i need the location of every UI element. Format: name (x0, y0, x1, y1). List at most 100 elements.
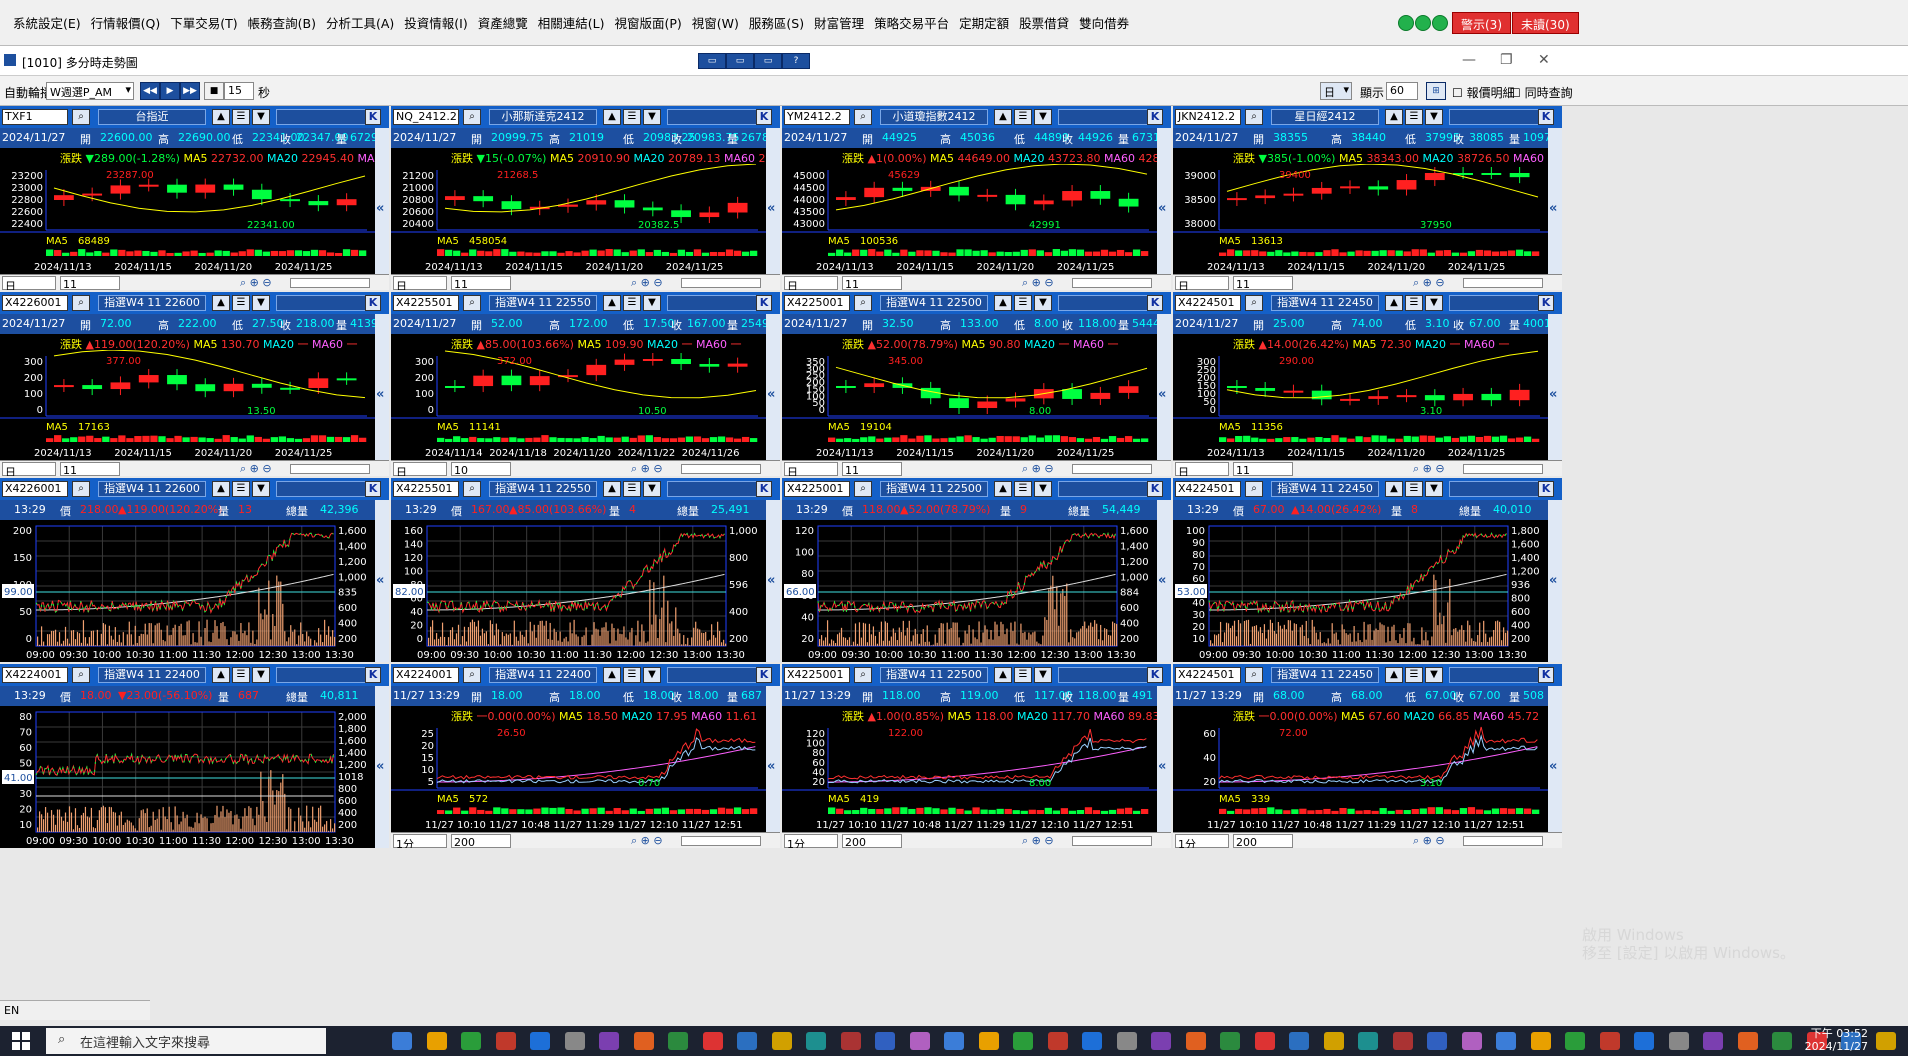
symbol-input[interactable]: X4225001 (784, 295, 850, 311)
scroll-slider[interactable] (290, 464, 370, 474)
stop-button[interactable]: ■ (204, 82, 224, 100)
scroll-slider[interactable] (1463, 278, 1543, 288)
collapse-icon[interactable]: « (375, 128, 389, 290)
arrow-up-icon[interactable]: ▲ (603, 295, 621, 311)
collapse-icon[interactable]: « (1548, 314, 1562, 476)
chart-panel[interactable]: X4226001 ⌕ 指選W4 11 22600 ▲ ☰ ▼ K 2024/11… (0, 292, 389, 476)
scroll-slider[interactable] (290, 278, 370, 288)
collapse-icon[interactable]: « (375, 500, 389, 662)
collapse-icon[interactable]: « (1157, 314, 1171, 476)
zoom-icon[interactable]: ⌕ ⊕ ⊖ (240, 462, 272, 476)
sync-query-checkbox[interactable]: ☐ 同時查詢 (1510, 84, 1573, 101)
arrow-up-icon[interactable]: ▲ (994, 109, 1012, 125)
symbol-input[interactable]: X4225001 (784, 481, 850, 497)
chart-panel[interactable]: X4224501 ⌕ 指選W4 11 22450 ▲ ☰ ▼ K 13:29 價… (1173, 478, 1562, 662)
taskbar-app-icon[interactable] (840, 1032, 861, 1050)
count-input[interactable]: 200 (1233, 834, 1293, 848)
scroll-slider[interactable] (1072, 278, 1152, 288)
taskbar-app-icon[interactable] (978, 1032, 999, 1050)
list-icon[interactable]: ☰ (623, 109, 641, 125)
panel-note-field[interactable] (1449, 295, 1547, 311)
list-icon[interactable]: ☰ (1405, 295, 1423, 311)
list-icon[interactable]: ☰ (1405, 667, 1423, 683)
taskbar-app-icon[interactable] (771, 1032, 792, 1050)
panel-note-field[interactable] (276, 481, 374, 497)
period-select[interactable]: 日 (1175, 276, 1229, 290)
search-icon[interactable]: ⌕ (463, 667, 481, 683)
chevron-down-icon[interactable]: ▼ (1034, 295, 1052, 311)
taskbar-app-icon[interactable] (426, 1032, 447, 1050)
instrument-name[interactable]: 指選W4 11 22600 (98, 481, 206, 497)
menu-item[interactable]: 定期定額 (954, 13, 1014, 32)
chevron-down-icon[interactable]: ▼ (643, 295, 661, 311)
chart-svg[interactable]: 80706050403020102,0001,8001,6001,4001,20… (0, 708, 375, 848)
symbol-input[interactable]: X4225501 (393, 481, 459, 497)
chevron-down-icon[interactable]: ▼ (1425, 295, 1443, 311)
collapse-icon[interactable]: « (766, 686, 780, 848)
taskbar-app-icon[interactable] (1668, 1032, 1689, 1050)
taskbar-app-icon[interactable] (1323, 1032, 1344, 1050)
chevron-down-icon[interactable]: ▼ (252, 481, 270, 497)
collapse-icon[interactable]: « (1548, 128, 1562, 290)
menu-item[interactable]: 股票借貸 (1014, 13, 1074, 32)
arrow-up-icon[interactable]: ▲ (212, 109, 230, 125)
instrument-name[interactable]: 指選W4 11 22600 (98, 295, 206, 311)
count-input[interactable]: 11 (451, 276, 511, 290)
taskbar-app-icon[interactable] (1392, 1032, 1413, 1050)
chart-svg[interactable]: 1601401201008060402001,00080059640020082… (391, 522, 766, 662)
symbol-input[interactable]: YM2412.2 (784, 109, 850, 125)
menu-item[interactable]: 投資情報(I) (399, 13, 472, 32)
arrow-up-icon[interactable]: ▲ (212, 295, 230, 311)
alert-button[interactable]: 警示(3) (1452, 12, 1511, 34)
menu-item[interactable]: 相關連結(L) (533, 13, 610, 32)
menu-item[interactable]: 服務區(S) (744, 13, 809, 32)
arrow-up-icon[interactable]: ▲ (603, 481, 621, 497)
taskbar-app-icon[interactable] (1358, 1032, 1378, 1050)
instrument-name[interactable]: 指選W4 11 22450 (1271, 667, 1379, 683)
zoom-icon[interactable]: ⌕ ⊕ ⊖ (1022, 462, 1054, 476)
chart-panel[interactable]: X4224001 ⌕ 指選W4 11 22400 ▲ ☰ ▼ K 13:29 價… (0, 664, 389, 848)
kline-icon[interactable]: K (1538, 109, 1554, 125)
taskbar-app-icon[interactable] (392, 1032, 412, 1050)
panel-note-field[interactable] (667, 109, 765, 125)
search-icon[interactable]: ⌕ (1245, 667, 1263, 683)
collapse-icon[interactable]: « (375, 686, 389, 848)
search-icon[interactable]: ⌕ (72, 667, 90, 683)
chart-svg[interactable]: 120100806040201,6001,4001,2001,000884600… (782, 522, 1157, 662)
symbol-input[interactable]: X4224501 (1175, 481, 1241, 497)
panel-note-field[interactable] (1449, 667, 1547, 683)
last-button[interactable]: ▶▶ (180, 82, 200, 100)
zoom-icon[interactable]: ⌕ ⊕ ⊖ (1413, 462, 1445, 476)
instrument-name[interactable]: 星日經2412 (1271, 109, 1379, 125)
kline-icon[interactable]: K (365, 295, 381, 311)
kline-icon[interactable]: K (365, 667, 381, 683)
kline-icon[interactable]: K (756, 295, 772, 311)
chart-svg[interactable]: 3900038500380003940037950MA5 136132024/11… (1173, 164, 1548, 274)
chart-panel[interactable]: X4224501 ⌕ 指選W4 11 22450 ▲ ☰ ▼ K 11/27 1… (1173, 664, 1562, 848)
taskbar-app-icon[interactable] (1185, 1032, 1206, 1050)
zoom-icon[interactable]: ⌕ ⊕ ⊖ (1413, 276, 1445, 290)
chart-svg[interactable]: 45000445004400043500430004562942991MA5 10… (782, 164, 1157, 274)
chevron-down-icon[interactable]: ▼ (1034, 109, 1052, 125)
taskbar-app-icon[interactable] (1599, 1032, 1620, 1050)
kline-icon[interactable]: K (756, 109, 772, 125)
quote-detail-checkbox[interactable]: ☐ 報價明細 (1452, 84, 1515, 101)
arrow-up-icon[interactable]: ▲ (1385, 109, 1403, 125)
symbol-input[interactable]: X4224501 (1175, 667, 1241, 683)
taskbar-app-icon[interactable] (875, 1032, 895, 1050)
collapse-icon[interactable]: « (766, 314, 780, 476)
search-icon[interactable]: ⌕ (463, 109, 481, 125)
taskbar-app-icon[interactable] (633, 1032, 654, 1050)
list-icon[interactable]: ☰ (1405, 481, 1423, 497)
list-icon[interactable]: ☰ (1014, 295, 1032, 311)
panel-note-field[interactable] (276, 109, 374, 125)
instrument-name[interactable]: 小那斯達克2412 (489, 109, 597, 125)
scroll-slider[interactable] (1072, 464, 1152, 474)
period-select[interactable]: 日 (393, 276, 447, 290)
kline-icon[interactable]: K (1147, 667, 1163, 683)
instrument-name[interactable]: 小道瓊指數2412 (880, 109, 988, 125)
chart-panel[interactable]: X4225501 ⌕ 指選W4 11 22550 ▲ ☰ ▼ K 2024/11… (391, 292, 780, 476)
period-select[interactable]: 日 (784, 276, 838, 290)
instrument-name[interactable]: 指選W4 11 22400 (489, 667, 597, 683)
chevron-down-icon[interactable]: ▼ (643, 481, 661, 497)
